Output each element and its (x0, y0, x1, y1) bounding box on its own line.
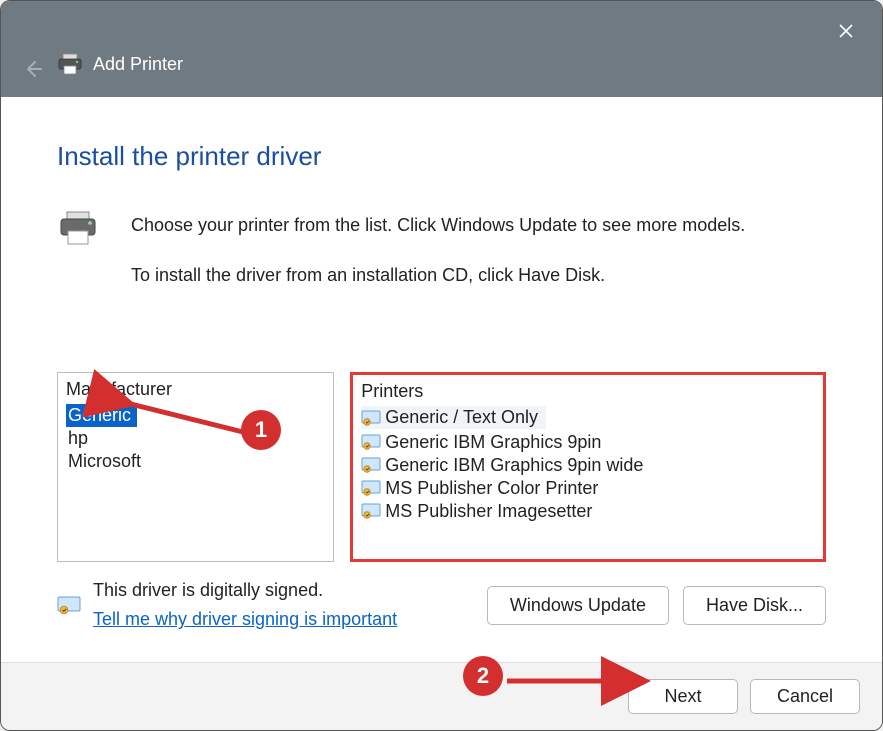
description-line2: To install the driver from an installati… (131, 262, 745, 288)
printer-item-label: MS Publisher Imagesetter (385, 501, 592, 522)
have-disk-button[interactable]: Have Disk... (683, 586, 826, 625)
printers-listbox[interactable]: Printers Generic / Text Only Generic IBM… (350, 372, 826, 562)
printer-item-label: Generic IBM Graphics 9pin wide (385, 455, 643, 476)
page-heading: Install the printer driver (57, 141, 826, 172)
description: Choose your printer from the list. Click… (131, 212, 745, 288)
printer-item-label: MS Publisher Color Printer (385, 478, 598, 499)
titlebar: Add Printer (1, 1, 882, 97)
windows-update-button[interactable]: Windows Update (487, 586, 669, 625)
annotation-number-2: 2 (463, 656, 503, 696)
signature-text: This driver is digitally signed. (93, 580, 397, 601)
annotation-arrow-1 (121, 393, 251, 448)
signed-cert-icon (57, 596, 81, 614)
driver-cert-icon (361, 457, 381, 473)
printer-item-label: Generic IBM Graphics 9pin (385, 432, 601, 453)
back-button[interactable] (23, 59, 43, 79)
driver-cert-icon (361, 410, 381, 426)
signature-link[interactable]: Tell me why driver signing is important (93, 609, 397, 630)
annotation-callout-1: 1 (241, 410, 281, 450)
manufacturer-item-microsoft[interactable]: Microsoft (66, 450, 325, 473)
description-line1: Choose your printer from the list. Click… (131, 212, 745, 238)
printer-item[interactable]: MS Publisher Imagesetter (361, 500, 815, 523)
cancel-button[interactable]: Cancel (750, 679, 860, 714)
driver-cert-icon (361, 503, 381, 519)
annotation-arrow-2 (503, 669, 653, 698)
printer-item-label: Generic / Text Only (385, 407, 538, 428)
footer: Next Cancel (1, 662, 882, 730)
printer-illustration-icon (57, 210, 99, 251)
printer-item[interactable]: MS Publisher Color Printer (361, 477, 815, 500)
printer-item[interactable]: Generic / Text Only (361, 406, 546, 429)
printer-item[interactable]: Generic IBM Graphics 9pin wide (361, 454, 815, 477)
close-icon (838, 23, 854, 39)
close-button[interactable] (834, 19, 858, 43)
annotation-number-1: 1 (241, 410, 281, 450)
add-printer-window: Add Printer Install the printer driver C… (0, 0, 883, 731)
window-title: Add Printer (93, 54, 183, 75)
back-arrow-icon (23, 59, 43, 79)
printer-icon (57, 53, 83, 75)
printer-item[interactable]: Generic IBM Graphics 9pin (361, 431, 815, 454)
printers-header: Printers (361, 381, 815, 402)
driver-cert-icon (361, 434, 381, 450)
driver-cert-icon (361, 480, 381, 496)
annotation-callout-2: 2 (463, 656, 503, 696)
